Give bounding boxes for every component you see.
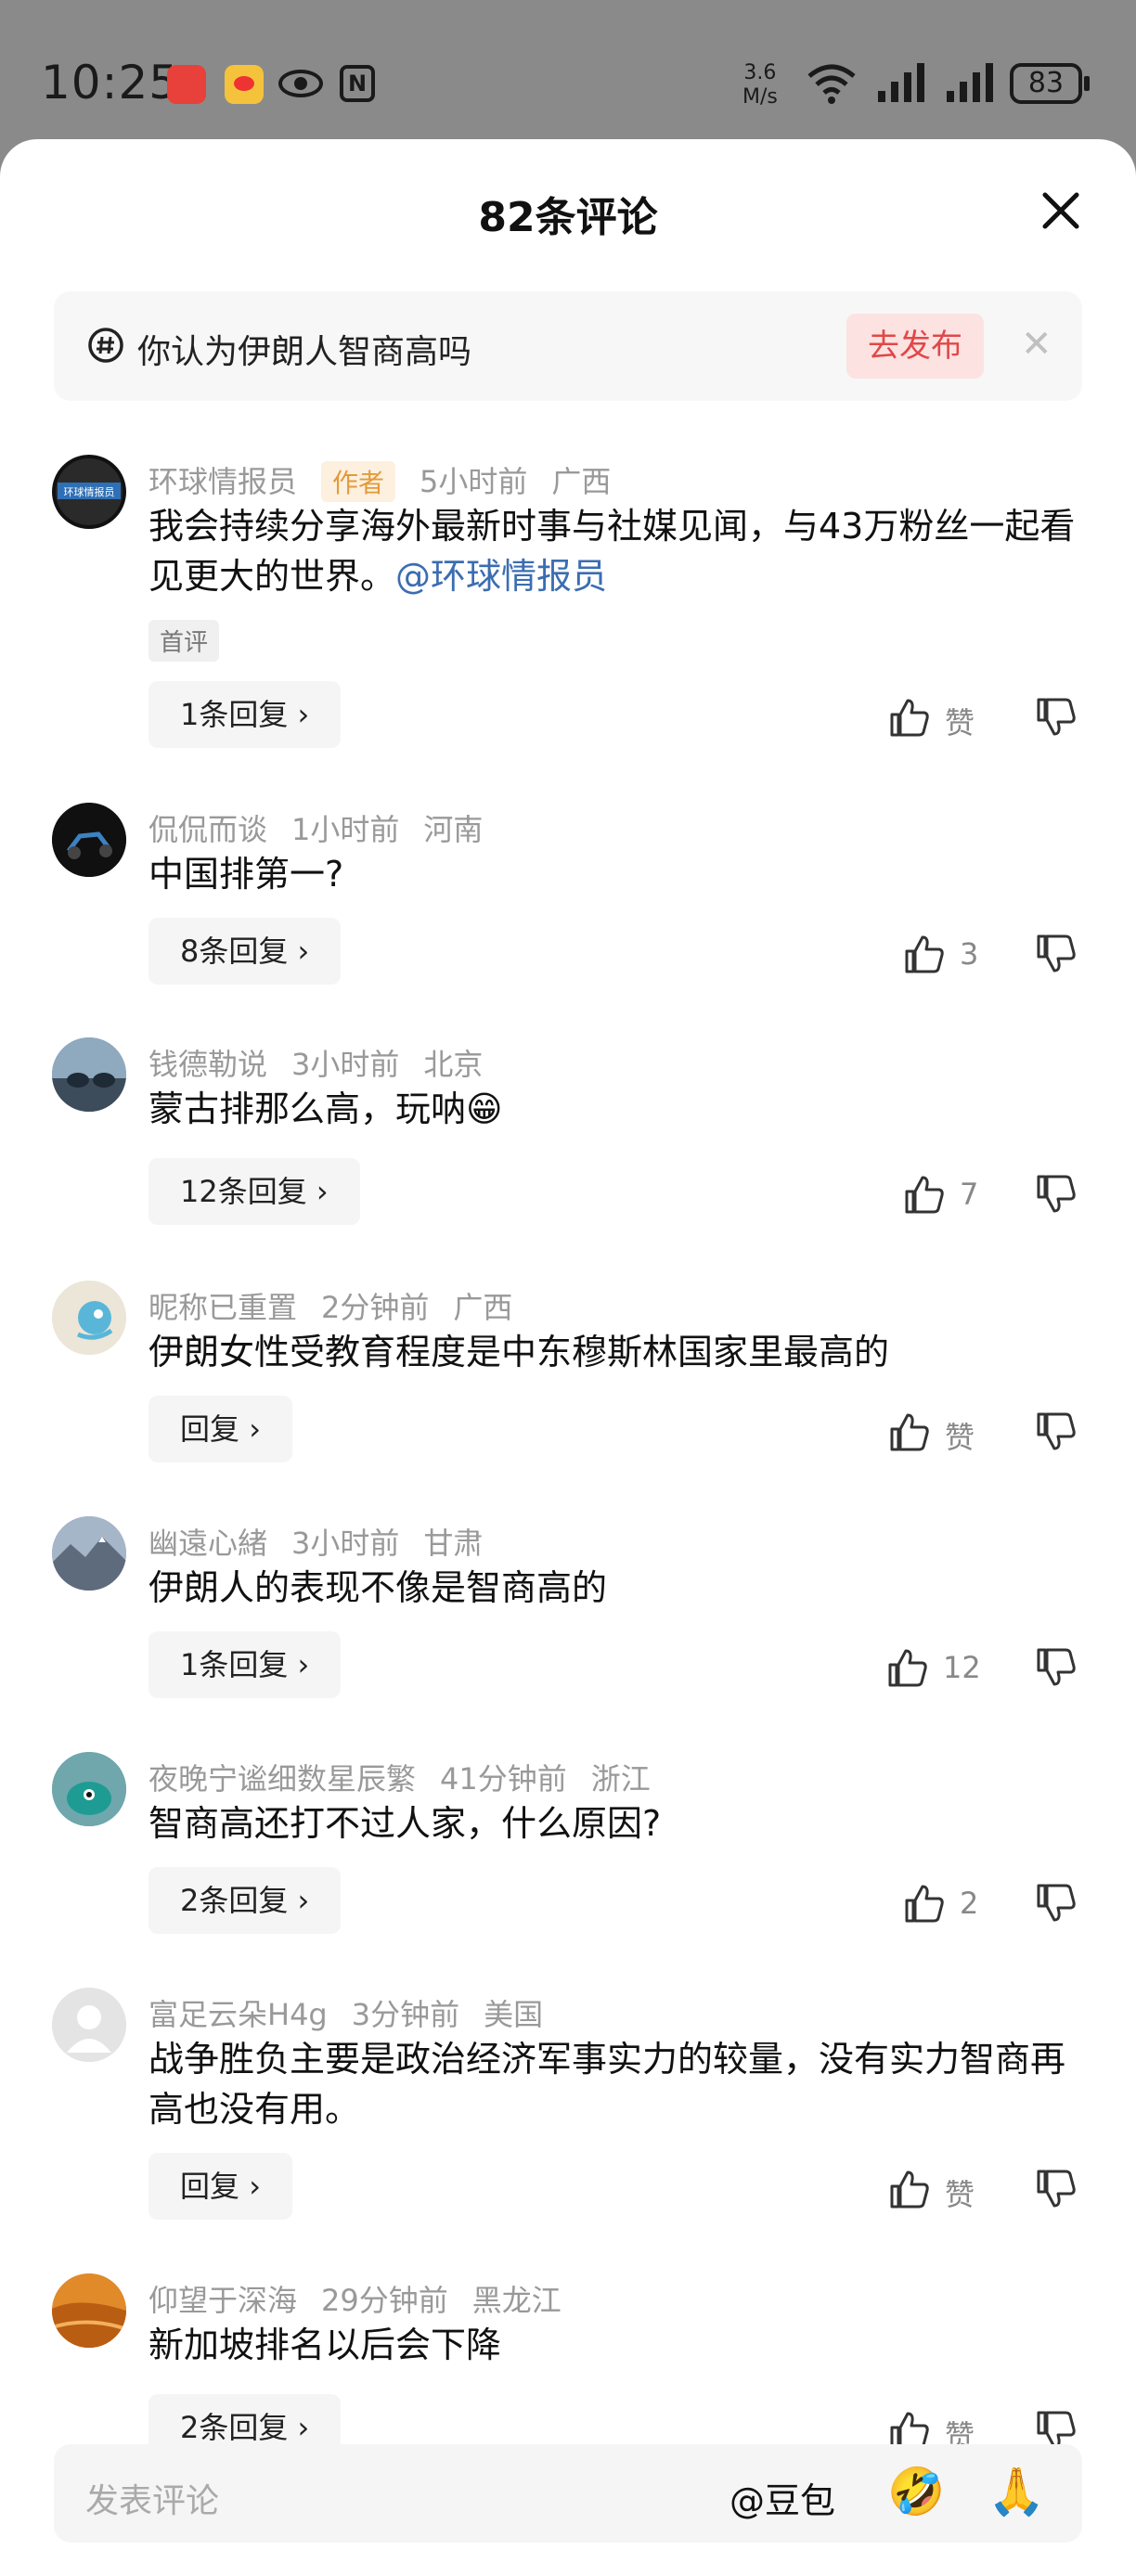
avatar[interactable] (52, 803, 126, 877)
username[interactable]: 钱德勒说 (148, 1047, 267, 1082)
avatar[interactable] (52, 2273, 126, 2348)
svg-text:环球情报员: 环球情报员 (64, 485, 115, 498)
thumbs-up-icon (888, 1649, 927, 1687)
network-speed: 3.6 M/s (742, 61, 778, 109)
sheet-title: 82条评论 (478, 194, 658, 241)
comment-text: 我会持续分享海外最新时事与社媒见闻，与43万粉丝一起看见更大的世界。@环球情报员 (148, 506, 1076, 597)
signal-icon (878, 63, 924, 102)
first-comment-tag: 首评 (148, 620, 220, 662)
comment-time: 3小时前 (291, 1047, 400, 1082)
view-replies-button[interactable]: 8条回复 › (148, 918, 342, 985)
like-count: 7 (960, 1177, 979, 1212)
comment-time: 29分钟前 (321, 2283, 448, 2318)
signal-icon (947, 63, 993, 102)
hashtag-icon (88, 328, 123, 363)
thumbs-down-icon[interactable] (1036, 1884, 1077, 1923)
comment-time: 3分钟前 (351, 1997, 460, 2032)
comment-location: 美国 (484, 1997, 544, 2032)
avatar[interactable] (52, 1516, 126, 1591)
battery-icon: 83 (1010, 63, 1090, 104)
comment-time: 1小时前 (291, 812, 400, 847)
like-count: 2 (960, 1886, 979, 1921)
comment-location: 浙江 (590, 1761, 651, 1797)
laughing-emoji-icon[interactable]: 🤣 (887, 2465, 945, 2519)
username[interactable]: 昵称已重置 (148, 1290, 297, 1325)
comment-time: 3小时前 (291, 1526, 400, 1561)
thumbs-up-icon (905, 1176, 944, 1214)
thumbs-down-icon[interactable] (1036, 698, 1077, 737)
eye-icon (278, 70, 323, 97)
reply-button[interactable]: 回复 › (148, 1396, 292, 1462)
comment-time: 41分钟前 (440, 1761, 567, 1797)
comment-location: 河南 (423, 812, 484, 847)
username[interactable]: 环球情报员 (148, 464, 297, 499)
comment-time: 2分钟前 (321, 1290, 430, 1325)
huawei-app-icon (167, 65, 206, 104)
thumbs-up-icon (905, 935, 944, 973)
status-bar: 10:25 N 3.6 M/s 83 (0, 0, 1136, 139)
like-count: 赞 (945, 2177, 975, 2212)
view-replies-button[interactable]: 2条回复 › (148, 1867, 342, 1934)
thumbs-down-icon[interactable] (1036, 1648, 1077, 1687)
comment-text: 中国排第一? (148, 854, 344, 895)
topic-text: 你认为伊朗人智商高吗 (137, 333, 472, 371)
comment-text: 蒙古排那么高，玩呐😁 (148, 1088, 503, 1129)
status-time: 10:25 (41, 56, 180, 109)
comment-time: 5小时前 (420, 464, 528, 499)
avatar[interactable]: 环球情报员 (52, 455, 126, 529)
comment-text: 战争胜负主要是政治经济军事实力的较量，没有实力智商再高也没有用。 (148, 2039, 1066, 2130)
username[interactable]: 侃侃而谈 (148, 812, 267, 847)
comment-location: 黑龙江 (471, 2283, 562, 2318)
avatar[interactable] (52, 1037, 126, 1112)
username[interactable]: 富足云朵H4g (148, 1997, 328, 2032)
like-count: 赞 (945, 705, 975, 741)
thumbs-up-icon (890, 699, 929, 737)
reply-button[interactable]: 回复 › (148, 2153, 292, 2220)
comment-location: 广西 (453, 1290, 513, 1325)
view-replies-button[interactable]: 1条回复 › (148, 1631, 342, 1698)
comment-text: 伊朗女性受教育程度是中东穆斯林国家里最高的 (148, 1332, 890, 1372)
comment-text: 伊朗人的表现不像是智商高的 (148, 1567, 608, 1608)
avatar[interactable] (52, 1752, 126, 1826)
comment-location: 甘肃 (423, 1526, 484, 1561)
praying-hands-emoji-icon[interactable]: 🙏 (988, 2465, 1045, 2519)
comment-location: 北京 (423, 1047, 484, 1082)
comment-location: 广西 (551, 464, 612, 499)
username[interactable]: 幽遠心緒 (148, 1526, 267, 1561)
thumbs-down-icon[interactable] (1036, 1412, 1077, 1451)
avatar[interactable] (52, 1281, 126, 1355)
mention-link[interactable]: @环球情报员 (395, 556, 607, 597)
like-count: 3 (960, 936, 979, 972)
avatar[interactable] (52, 1988, 126, 2062)
view-replies-button[interactable]: 12条回复 › (148, 1158, 360, 1225)
thumbs-up-icon (890, 2170, 929, 2209)
nfc-icon: N (340, 65, 375, 102)
dismiss-topic-icon[interactable]: ✕ (1021, 323, 1052, 366)
weibo-icon (225, 65, 264, 104)
comments-sheet: 82条评论 你认为伊朗人智商高吗 去发布 ✕ 环球情报员 环球情报员 作者 5小时前… (0, 139, 1136, 2576)
comment-input[interactable]: 发表评论 (85, 2474, 219, 2522)
thumbs-down-icon[interactable] (1036, 1175, 1077, 1214)
comment-text: 智商高还打不过人家，什么原因? (148, 1803, 662, 1844)
like-count: 12 (943, 1650, 981, 1685)
username[interactable]: 仰望于深海 (148, 2283, 297, 2318)
publish-button[interactable]: 去发布 (846, 314, 984, 379)
view-replies-button[interactable]: 1条回复 › (148, 681, 342, 748)
thumbs-down-icon[interactable] (1036, 2170, 1077, 2209)
topic-banner[interactable]: 你认为伊朗人智商高吗 去发布 ✕ (54, 291, 1082, 401)
wifi-icon (807, 64, 856, 104)
comment-text: 新加坡排名以后会下降 (148, 2325, 502, 2365)
like-count: 赞 (945, 1420, 975, 1455)
at-doubao-button[interactable]: @豆包 (729, 2472, 835, 2523)
close-icon[interactable] (1038, 187, 1084, 234)
comment-input-bar[interactable]: 发表评论 @豆包 🤣 🙏 (54, 2444, 1082, 2543)
author-badge: 作者 (321, 461, 396, 502)
thumbs-down-icon[interactable] (1036, 934, 1077, 973)
thumbs-up-icon (905, 1885, 944, 1923)
username[interactable]: 夜晚宁谧细数星辰繁 (148, 1761, 416, 1797)
thumbs-up-icon (890, 1413, 929, 1451)
